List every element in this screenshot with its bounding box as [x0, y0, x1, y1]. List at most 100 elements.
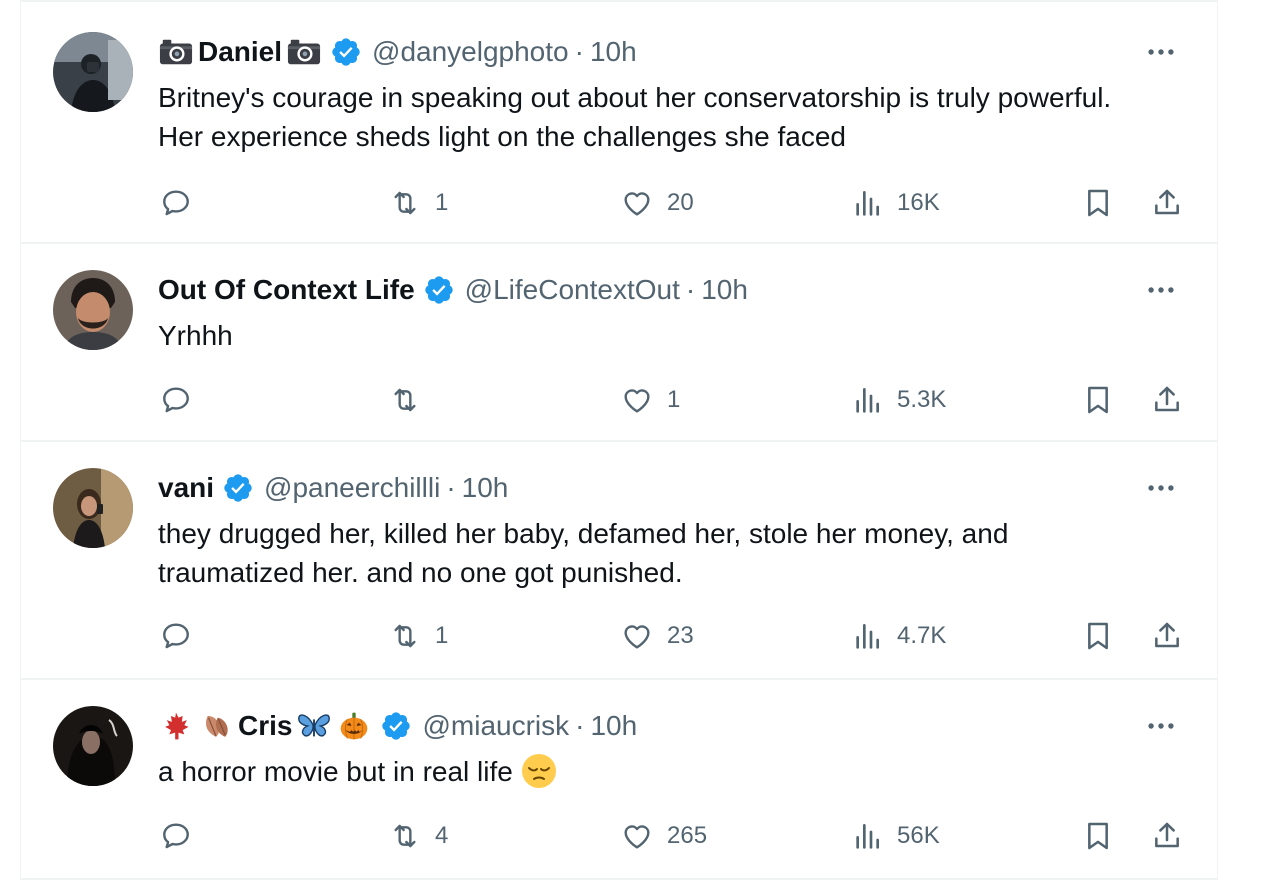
separator-dot: · — [685, 274, 696, 305]
tweet-text-content: a horror movie but in real life — [158, 756, 513, 787]
tweet-text: Britney's courage in speaking out about … — [158, 78, 1158, 156]
jack-o-lantern-emoji — [336, 711, 372, 741]
avatar[interactable] — [53, 270, 133, 350]
verified-badge-icon[interactable] — [380, 710, 412, 742]
bookmark-button[interactable] — [1082, 380, 1114, 420]
pensive-face-emoji — [521, 753, 557, 799]
camera-emoji — [286, 37, 322, 67]
handle[interactable]: @paneerchillli — [264, 470, 440, 506]
views-button[interactable]: 4.7K — [851, 616, 946, 656]
separator-dot: · — [574, 36, 584, 67]
share-button[interactable] — [1151, 380, 1183, 420]
bookmark-icon — [1082, 620, 1114, 652]
avatar[interactable] — [53, 32, 133, 112]
views-button[interactable]: 5.3K — [851, 380, 946, 420]
heart-icon — [621, 820, 653, 852]
retweets-count: 4 — [435, 822, 449, 849]
reply-icon — [160, 820, 192, 852]
avatar[interactable] — [53, 468, 133, 548]
tweet[interactable]: Out Of Context Life @LifeContextOut · 10h Yr… — [21, 244, 1217, 442]
views-chart-icon — [851, 820, 883, 852]
display-name[interactable]: Daniel — [198, 34, 282, 70]
views-count: 56K — [897, 822, 940, 849]
more-options-button[interactable] — [1141, 708, 1181, 744]
share-icon — [1151, 820, 1183, 852]
timeline: Daniel @danyelgphoto · 10h Britney's courage… — [20, 0, 1218, 880]
retweet-button[interactable]: 1 — [389, 616, 448, 656]
share-button[interactable] — [1151, 183, 1183, 223]
timestamp[interactable]: 10h — [590, 708, 637, 744]
bookmark-button[interactable] — [1082, 816, 1114, 856]
tweet[interactable]: vani @paneerchillli · 10h they drugged her, … — [21, 442, 1217, 680]
retweet-button[interactable]: 4 — [389, 816, 448, 856]
retweet-icon — [389, 187, 421, 219]
like-button[interactable]: 1 — [621, 380, 680, 420]
tweet-header: Cris @miaucrisk · 10h — [158, 708, 637, 744]
heart-icon — [621, 384, 653, 416]
more-icon — [1144, 273, 1178, 307]
retweet-button[interactable]: 1 — [389, 183, 448, 223]
like-button[interactable]: 23 — [621, 616, 694, 656]
retweets-count: 1 — [435, 622, 449, 649]
more-options-button[interactable] — [1141, 470, 1181, 506]
views-chart-icon — [851, 620, 883, 652]
reply-button[interactable] — [160, 616, 192, 656]
more-options-button[interactable] — [1141, 34, 1181, 70]
views-count: 4.7K — [897, 622, 947, 649]
tweet[interactable]: Cris @miaucrisk · 10h a horror movie but in … — [21, 680, 1217, 880]
bookmark-button[interactable] — [1082, 183, 1114, 223]
timestamp[interactable]: 10h — [462, 470, 509, 506]
separator-dot: · — [575, 710, 585, 741]
views-button[interactable]: 56K — [851, 816, 940, 856]
tweet-text: they drugged her, killed her baby, defam… — [158, 514, 1158, 592]
retweet-button[interactable] — [389, 380, 435, 420]
retweet-icon — [389, 384, 421, 416]
reply-icon — [160, 187, 192, 219]
display-name[interactable]: vani — [158, 470, 214, 506]
likes-count: 20 — [667, 189, 694, 216]
butterfly-emoji — [296, 711, 332, 741]
share-icon — [1151, 187, 1183, 219]
verified-badge-icon[interactable] — [222, 472, 254, 504]
tweet-text: a horror movie but in real life — [158, 752, 1158, 799]
more-icon — [1144, 471, 1178, 505]
like-button[interactable]: 20 — [621, 183, 694, 223]
handle[interactable]: @danyelgphoto — [372, 34, 569, 70]
share-icon — [1151, 384, 1183, 416]
share-button[interactable] — [1151, 616, 1183, 656]
likes-count: 23 — [667, 622, 694, 649]
avatar[interactable] — [53, 706, 133, 786]
display-name[interactable]: Out Of Context Life — [158, 272, 415, 308]
bookmark-icon — [1082, 820, 1114, 852]
action-bar: 4 265 56K — [21, 816, 1217, 856]
heart-icon — [621, 187, 653, 219]
more-icon — [1144, 709, 1178, 743]
more-options-button[interactable] — [1141, 272, 1181, 308]
tweet-text-content: Britney's courage in speaking out about … — [158, 82, 1112, 152]
reply-button[interactable] — [160, 816, 192, 856]
reply-button[interactable] — [160, 380, 192, 420]
verified-badge-icon[interactable] — [330, 36, 362, 68]
bookmark-icon — [1082, 187, 1114, 219]
maple-leaf-emoji — [158, 711, 194, 741]
like-button[interactable]: 265 — [621, 816, 707, 856]
tweet-text-content: Yrhhh — [158, 320, 233, 351]
tweet-text-content: they drugged her, killed her baby, defam… — [158, 518, 1009, 588]
share-button[interactable] — [1151, 816, 1183, 856]
timestamp[interactable]: 10h — [590, 34, 637, 70]
tweet[interactable]: Daniel @danyelgphoto · 10h Britney's courage… — [21, 2, 1217, 244]
bookmark-button[interactable] — [1082, 616, 1114, 656]
retweets-count: 1 — [435, 189, 449, 216]
reply-button[interactable] — [160, 183, 192, 223]
tweet-header: Out Of Context Life @LifeContextOut · 10h — [158, 272, 748, 308]
views-chart-icon — [851, 384, 883, 416]
action-bar: 1 5.3K — [21, 380, 1217, 420]
timestamp[interactable]: 10h — [701, 272, 748, 308]
display-name[interactable]: Cris — [238, 708, 292, 744]
separator-dot: · — [446, 472, 456, 503]
views-button[interactable]: 16K — [851, 183, 940, 223]
camera-emoji — [158, 37, 194, 67]
verified-badge-icon[interactable] — [423, 274, 455, 306]
handle[interactable]: @miaucrisk — [422, 708, 569, 744]
handle[interactable]: @LifeContextOut — [465, 272, 680, 308]
